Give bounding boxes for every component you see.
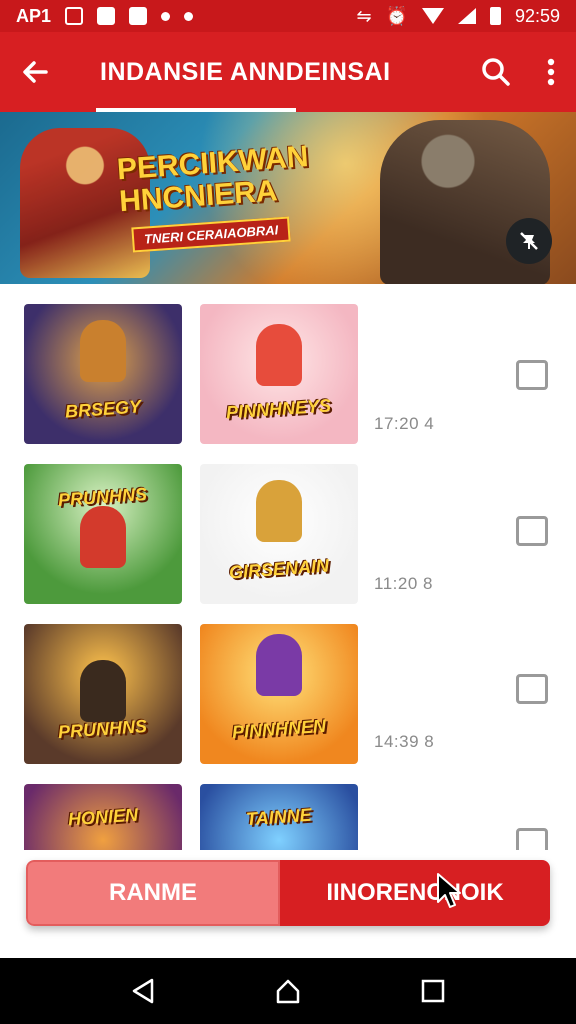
item-time: 14:39 8 [374, 732, 435, 751]
primary-action-button[interactable]: IINORENCNOIK [280, 860, 550, 926]
pin-off-icon [520, 232, 538, 250]
app-bar: INDANSIE ANNDEINSAI [0, 32, 576, 112]
back-button[interactable] [0, 32, 70, 112]
mouse-cursor-icon [437, 873, 461, 908]
status-left: AP1 [16, 5, 194, 27]
thumbnail-caption: GIRSENAIN [228, 555, 330, 583]
status-time: 92:59 [514, 5, 560, 26]
thumbnail-caption: PINNHNEN [231, 715, 327, 743]
more-vert-icon [547, 58, 555, 86]
more-options-button[interactable] [526, 32, 576, 112]
nav-back-icon [132, 978, 153, 1004]
thumbnail-caption: BRSEGY [64, 396, 142, 422]
search-icon [482, 58, 510, 86]
game-thumbnail[interactable]: PINNHNEYS [200, 304, 358, 444]
alarm-icon: ⏰ [385, 5, 408, 26]
battery-icon [489, 7, 501, 25]
nav-recents-button[interactable] [403, 961, 463, 1021]
thumbnail-caption: TAINNE [245, 804, 313, 830]
game-thumbnail[interactable]: PINNHNEN [200, 624, 358, 764]
action-bar: RANME IINORENCNOIK [26, 860, 550, 926]
item-checkbox[interactable] [516, 828, 548, 850]
nav-back-button[interactable] [113, 961, 173, 1021]
bottom-action-area: RANME IINORENCNOIK [0, 850, 576, 958]
banner-pin-button[interactable] [506, 218, 552, 264]
game-thumbnail[interactable]: BRSEGY [24, 304, 182, 444]
thumbnail-caption: HONIEN [67, 804, 139, 830]
page-title: INDANSIE ANNDEINSAI [100, 57, 391, 86]
nav-recents-icon [422, 979, 445, 1003]
secondary-action-button[interactable]: RANME [26, 860, 280, 926]
status-right: ⇋ ⏰ 92:59 [356, 6, 560, 27]
thumbnail-figure [256, 480, 302, 542]
list-item[interactable]: HONIEN TAINNE [0, 784, 576, 850]
wifi-icon [421, 8, 444, 24]
item-checkbox[interactable] [516, 516, 548, 546]
item-time: 11:20 8 [374, 574, 433, 593]
thumbnail-figure [256, 324, 302, 386]
list-item[interactable]: PRUNHNS GIRSENAIN 11:20 8 [0, 464, 576, 624]
notification-icon [65, 7, 84, 25]
status-carrier: AP1 [16, 5, 52, 26]
thumbnail-figure [80, 320, 126, 382]
dot-notification-icon-2 [184, 11, 194, 21]
list-item[interactable]: PRUNHNS PINNHNEN 14:39 8 [0, 624, 576, 784]
image-notification-icon [97, 7, 116, 25]
item-time: 17:20 4 [374, 414, 435, 433]
game-thumbnail[interactable]: PRUNHNS [24, 464, 182, 604]
app-screen: AP1 ⇋ ⏰ 92:59 INDANSIE ANNDEINSAI PERCII… [0, 0, 576, 1024]
thumbnail-figure [80, 660, 126, 722]
list-item[interactable]: BRSEGY PINNHNEYS 17:20 4 [0, 304, 576, 464]
dot-notification-icon [161, 11, 171, 21]
status-bar: AP1 ⇋ ⏰ 92:59 [0, 0, 576, 32]
thumbnail-figure [256, 634, 302, 696]
search-button[interactable] [466, 32, 526, 112]
vibrate-icon: ⇋ [356, 5, 372, 26]
message-notification-icon [129, 7, 148, 25]
thumbnail-caption: PRUNHNS [57, 483, 149, 511]
system-nav-bar [0, 958, 576, 1024]
item-checkbox[interactable] [516, 674, 548, 704]
arrow-left-icon [23, 61, 48, 83]
game-thumbnail[interactable]: TAINNE [200, 784, 358, 850]
game-thumbnail[interactable]: HONIEN [24, 784, 182, 850]
thumbnail-caption: PRUNHNS [57, 715, 149, 743]
nav-home-button[interactable] [258, 961, 318, 1021]
promo-banner[interactable]: PERCIIKWAN HNCNIERA TNERI CERAIAOBRAI [0, 112, 576, 284]
game-thumbnail[interactable]: PRUNHNS [24, 624, 182, 764]
nav-home-icon [276, 979, 300, 1004]
game-thumbnail[interactable]: GIRSENAIN [200, 464, 358, 604]
signal-icon [457, 8, 476, 24]
item-checkbox[interactable] [516, 360, 548, 390]
thumbnail-figure [80, 506, 126, 568]
game-list: BRSEGY PINNHNEYS 17:20 4 PRUNHNS GIRSENA… [0, 284, 576, 850]
thumbnail-caption: PINNHNEYS [225, 395, 333, 423]
